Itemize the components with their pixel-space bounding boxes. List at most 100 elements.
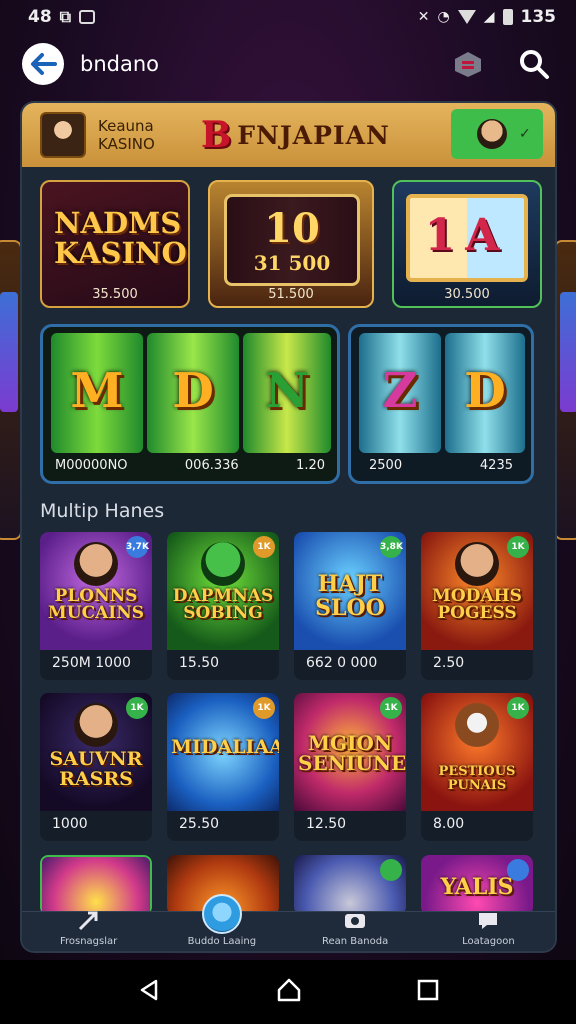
game-tile[interactable]: HAJT SLOO 3,8K 662 0 000 — [294, 532, 406, 680]
game-price: 25.50 — [179, 816, 220, 832]
game-tile[interactable]: SAUVNR RASRS 1K 1000 — [40, 693, 152, 841]
status-right: ✕ ◔ ◢ 135 — [418, 7, 556, 27]
home-icon[interactable] — [275, 976, 303, 1008]
reel-labels: 2500 4235 — [351, 458, 531, 473]
game-price: 1000 — [52, 816, 88, 832]
game-price: 662 0 000 — [306, 655, 378, 671]
game-badge: 1K — [253, 536, 275, 558]
featured-game-2[interactable]: 10 31 500 51.500 — [208, 180, 374, 308]
star-arrow-icon — [75, 906, 103, 934]
game-tile[interactable]: DAPMNAS SOBING 1K 15.50 — [167, 532, 279, 680]
reel-label: 4235 — [479, 458, 513, 473]
reel-strip: D — [445, 333, 525, 453]
slot-reel-machine-2[interactable]: Z D 2500 4235 — [348, 324, 534, 484]
reel-labels: M00000NO 006.336 1.20 — [43, 458, 337, 473]
game-price: 15.50 — [179, 655, 220, 671]
notification-icon — [79, 10, 96, 24]
tab-coins[interactable]: Buddo Laaing — [162, 894, 282, 947]
game-badge: 3,8K — [380, 536, 403, 558]
alarm-icon: ◔ — [437, 9, 450, 25]
game-badge: 1K — [126, 697, 148, 719]
game-title: YALIS — [440, 874, 514, 900]
reel-big-number: 10 — [264, 205, 320, 252]
game-badge: 3,7K — [126, 536, 149, 558]
game-title: HAJT SLOO — [315, 571, 385, 621]
search-icon[interactable] — [514, 44, 554, 84]
reel-strip: D — [147, 333, 239, 453]
tab-favorites[interactable]: Frosnagslar — [29, 911, 149, 947]
game-tile[interactable]: PESTIOUS PUNAIS 1K 8.00 — [421, 693, 533, 841]
game-tile[interactable]: PLONNS MUCAINS 3,7K 250M 1000 — [40, 532, 152, 680]
reel-label: 1.20 — [296, 458, 325, 473]
game-price: 2.50 — [433, 655, 465, 671]
game-tile[interactable]: MGION SENIUNES 1K 12.50 — [294, 693, 406, 841]
logo: B FNJAPIAN — [201, 114, 390, 156]
featured-price: 51.500 — [268, 287, 314, 302]
game-badge: 1K — [507, 536, 529, 558]
brand-line-2: KASINO — [98, 135, 155, 153]
game-price: 250M 1000 — [52, 655, 131, 671]
signal-icon: ◢ — [483, 9, 495, 25]
recents-icon[interactable] — [416, 978, 440, 1006]
game-badge: 1K — [253, 697, 275, 719]
featured-game-3[interactable]: 1A 30.500 — [392, 180, 542, 308]
game-tile[interactable]: MIDALIAA 1K 25.50 — [167, 693, 279, 841]
back-arrow-icon[interactable] — [22, 43, 64, 85]
mute-icon: ✕ — [417, 9, 430, 25]
game-tile[interactable]: MODAHS POGESS 1K 2.50 — [421, 532, 533, 680]
app-bar: bndano — [0, 38, 576, 90]
tab-chat[interactable]: Loatagoon — [428, 913, 548, 947]
section-title: Multip Hanes — [40, 500, 165, 522]
background-slot-machine — [0, 240, 22, 540]
reel-small-number: 31 500 — [253, 251, 331, 275]
wifi-icon — [457, 10, 476, 24]
game-badge: 1K — [380, 697, 402, 719]
casino-panel: Keauna KASINO B FNJAPIAN ✓ NADMS KASINO … — [22, 103, 555, 951]
tab-label: Frosnagslar — [59, 936, 118, 947]
featured-title: NADMS KASINO — [54, 206, 187, 270]
reel-symbol: M — [70, 363, 124, 419]
camera-icon — [341, 906, 369, 934]
background-slot-machine — [554, 240, 576, 540]
status-left: 48 ⧉ — [28, 7, 96, 27]
system-nav-bar — [0, 960, 576, 1024]
game-title: MIDALIAA — [171, 736, 279, 758]
logo-mark: B — [200, 114, 232, 156]
featured-game-1[interactable]: NADMS KASINO 35.500 — [40, 180, 190, 308]
reel-strip: Z — [359, 333, 441, 453]
slot-reel-machine-1[interactable]: M D N M00000NO 006.336 1.20 — [40, 324, 340, 484]
game-badge — [380, 859, 402, 881]
chat-icon — [474, 906, 502, 934]
bottom-tab-bar: Frosnagslar Buddo Laaing Rean Banoda Loa… — [22, 894, 555, 951]
game-badge: 1K — [507, 697, 529, 719]
reel-label: 2500 — [369, 458, 403, 473]
reel-strip: N — [243, 333, 331, 453]
game-title: MODAHS POGESS — [432, 586, 522, 623]
reel-symbol: D — [464, 363, 506, 419]
game-badge — [507, 859, 529, 881]
reel-symbol: D — [172, 363, 214, 419]
reel-symbol: N — [265, 363, 309, 419]
game-title: DAPMNAS SOBING — [172, 586, 274, 623]
brand-name: Keauna KASINO — [98, 117, 155, 153]
user-profile-button[interactable]: ✓ — [451, 109, 543, 159]
panel-header: Keauna KASINO B FNJAPIAN ✓ — [22, 103, 555, 167]
back-icon[interactable] — [136, 977, 162, 1007]
featured-price: 35.500 — [92, 287, 138, 302]
slot-symbols: 1A — [424, 210, 510, 261]
stack-icon[interactable] — [448, 44, 488, 84]
game-title: SAUVNR RASRS — [49, 748, 143, 790]
avatar[interactable] — [40, 112, 86, 158]
chevron-icon: ✓ — [519, 126, 531, 142]
tab-label: Buddo Laaing — [187, 936, 257, 947]
tab-camera[interactable]: Rean Banoda — [295, 914, 415, 947]
status-battery-text: 135 — [520, 7, 557, 27]
battery-icon — [502, 9, 513, 25]
game-title: PLONNS MUCAINS — [47, 586, 145, 623]
reel-display: 10 31 500 — [224, 194, 360, 286]
reel-symbol: Z — [382, 363, 418, 419]
status-bar: 48 ⧉ ✕ ◔ ◢ 135 — [0, 0, 576, 34]
game-price: 12.50 — [306, 816, 347, 832]
game-title: PESTIOUS PUNAIS — [438, 764, 516, 793]
reel-strip: M — [51, 333, 143, 453]
